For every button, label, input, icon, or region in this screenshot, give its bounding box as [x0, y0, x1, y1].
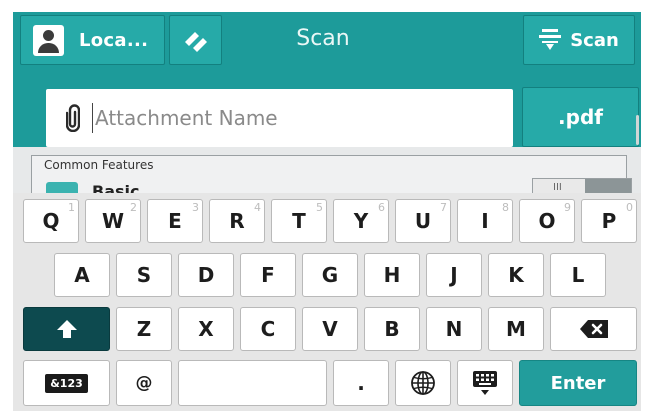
key-y[interactable]: Y6 [333, 199, 389, 243]
scan-start-label: Scan [570, 29, 619, 51]
key-j[interactable]: J [426, 253, 482, 297]
period-key[interactable]: . [333, 360, 389, 406]
enter-key[interactable]: Enter [519, 360, 637, 406]
hide-keyboard-key[interactable] [457, 360, 513, 406]
swap-button[interactable] [169, 15, 222, 65]
key-p[interactable]: P0 [581, 199, 637, 243]
scan-start-button[interactable]: Scan [523, 15, 635, 65]
key-h[interactable]: H [364, 253, 420, 297]
key-f[interactable]: F [240, 253, 296, 297]
symbols-label: &123 [45, 373, 88, 393]
onscreen-keyboard: Q1 W2 E3 R4 T5 Y6 U7 I8 O9 P0 A S D F G … [13, 193, 641, 411]
key-u[interactable]: U7 [395, 199, 451, 243]
key-m[interactable]: M [488, 307, 544, 351]
key-d[interactable]: D [178, 253, 234, 297]
language-key[interactable] [395, 360, 451, 406]
key-v[interactable]: V [302, 307, 358, 351]
key-e[interactable]: E3 [147, 199, 203, 243]
key-o[interactable]: O9 [519, 199, 575, 243]
user-avatar-icon [33, 24, 64, 56]
key-t[interactable]: T5 [271, 199, 327, 243]
key-a[interactable]: A [54, 253, 110, 297]
attachment-name-field[interactable] [46, 89, 513, 147]
section-title: Common Features [44, 158, 154, 172]
key-w[interactable]: W2 [85, 199, 141, 243]
key-l[interactable]: L [550, 253, 606, 297]
file-extension-button[interactable]: .pdf [522, 87, 639, 147]
key-c[interactable]: C [240, 307, 296, 351]
toggle-ticks: III [553, 182, 562, 193]
shift-key[interactable] [23, 307, 110, 351]
scan-tray-icon [539, 29, 562, 50]
scrollbar[interactable] [636, 115, 639, 145]
shift-arrow-icon [56, 320, 77, 338]
swap-slashes-icon [184, 32, 207, 52]
keyboard-hide-icon [473, 371, 497, 395]
symbols-key[interactable]: &123 [23, 360, 110, 406]
key-b[interactable]: B [364, 307, 420, 351]
paperclip-icon [66, 104, 80, 132]
user-login-button[interactable]: Loca... [20, 15, 165, 65]
globe-icon [411, 371, 435, 395]
page-title: Scan [296, 26, 350, 51]
key-q[interactable]: Q1 [23, 199, 79, 243]
key-n[interactable]: N [426, 307, 482, 351]
key-z[interactable]: Z [116, 307, 172, 351]
key-s[interactable]: S [116, 253, 172, 297]
backspace-key[interactable] [550, 307, 637, 351]
key-g[interactable]: G [302, 253, 358, 297]
key-r[interactable]: R4 [209, 199, 265, 243]
key-k[interactable]: K [488, 253, 544, 297]
attachment-name-input[interactable] [93, 106, 495, 130]
backspace-icon [579, 320, 608, 338]
user-login-label: Loca... [79, 29, 149, 51]
key-x[interactable]: X [178, 307, 234, 351]
key-i[interactable]: I8 [457, 199, 513, 243]
space-key[interactable] [178, 360, 327, 406]
header-bar: Loca... Scan Scan .pdf [13, 12, 641, 147]
at-key[interactable]: @ [116, 360, 172, 406]
